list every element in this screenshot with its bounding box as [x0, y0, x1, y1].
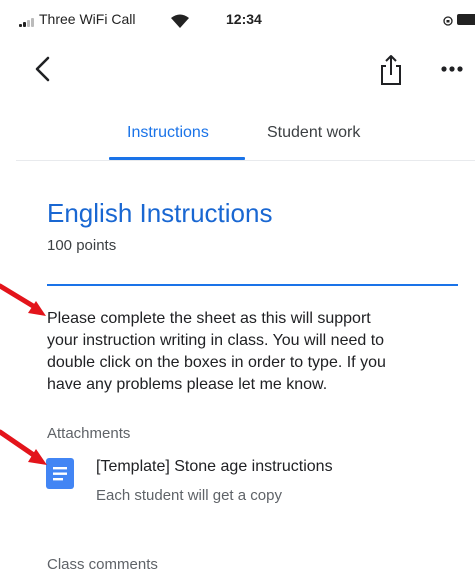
status-bar: Three WiFi Call 12:34	[0, 0, 475, 40]
description-line: your instruction writing in class. You w…	[47, 332, 385, 349]
description-line: double click on the boxes in order to ty…	[47, 354, 386, 371]
more-horizontal-icon	[441, 66, 463, 72]
assignment-points: 100 points	[47, 237, 117, 254]
chevron-left-icon	[35, 56, 50, 82]
carrier-name: Three WiFi Call	[39, 11, 136, 27]
tab-student-work[interactable]: Student work	[267, 124, 360, 142]
tab-instructions[interactable]: Instructions	[127, 124, 209, 142]
assignment-title: English Instructions	[47, 198, 273, 228]
share-icon	[381, 55, 401, 85]
class-comments-label[interactable]: Class comments	[47, 556, 158, 573]
more-options-button[interactable]	[438, 56, 466, 82]
status-time: 12:34	[226, 11, 262, 27]
wifi-icon	[170, 13, 190, 29]
orientation-lock-icon	[443, 13, 453, 26]
attachments-label: Attachments	[47, 425, 131, 442]
back-button[interactable]	[32, 54, 56, 84]
title-divider	[47, 284, 458, 286]
description-line: have any problems please let me know.	[47, 376, 328, 393]
signal-icon	[19, 17, 35, 27]
attachment-subtitle: Each student will get a copy	[96, 487, 282, 504]
battery-icon	[457, 14, 475, 25]
assignment-description: Please complete the sheet as this will s…	[47, 308, 467, 396]
annotation-arrow-icon	[0, 283, 46, 316]
tabs-divider	[16, 160, 475, 161]
attachment-title: [Template] Stone age instructions	[96, 458, 333, 475]
share-button[interactable]	[378, 54, 404, 86]
annotation-arrow-icon	[0, 429, 47, 465]
description-line: Please complete the sheet as this will s…	[47, 310, 371, 327]
